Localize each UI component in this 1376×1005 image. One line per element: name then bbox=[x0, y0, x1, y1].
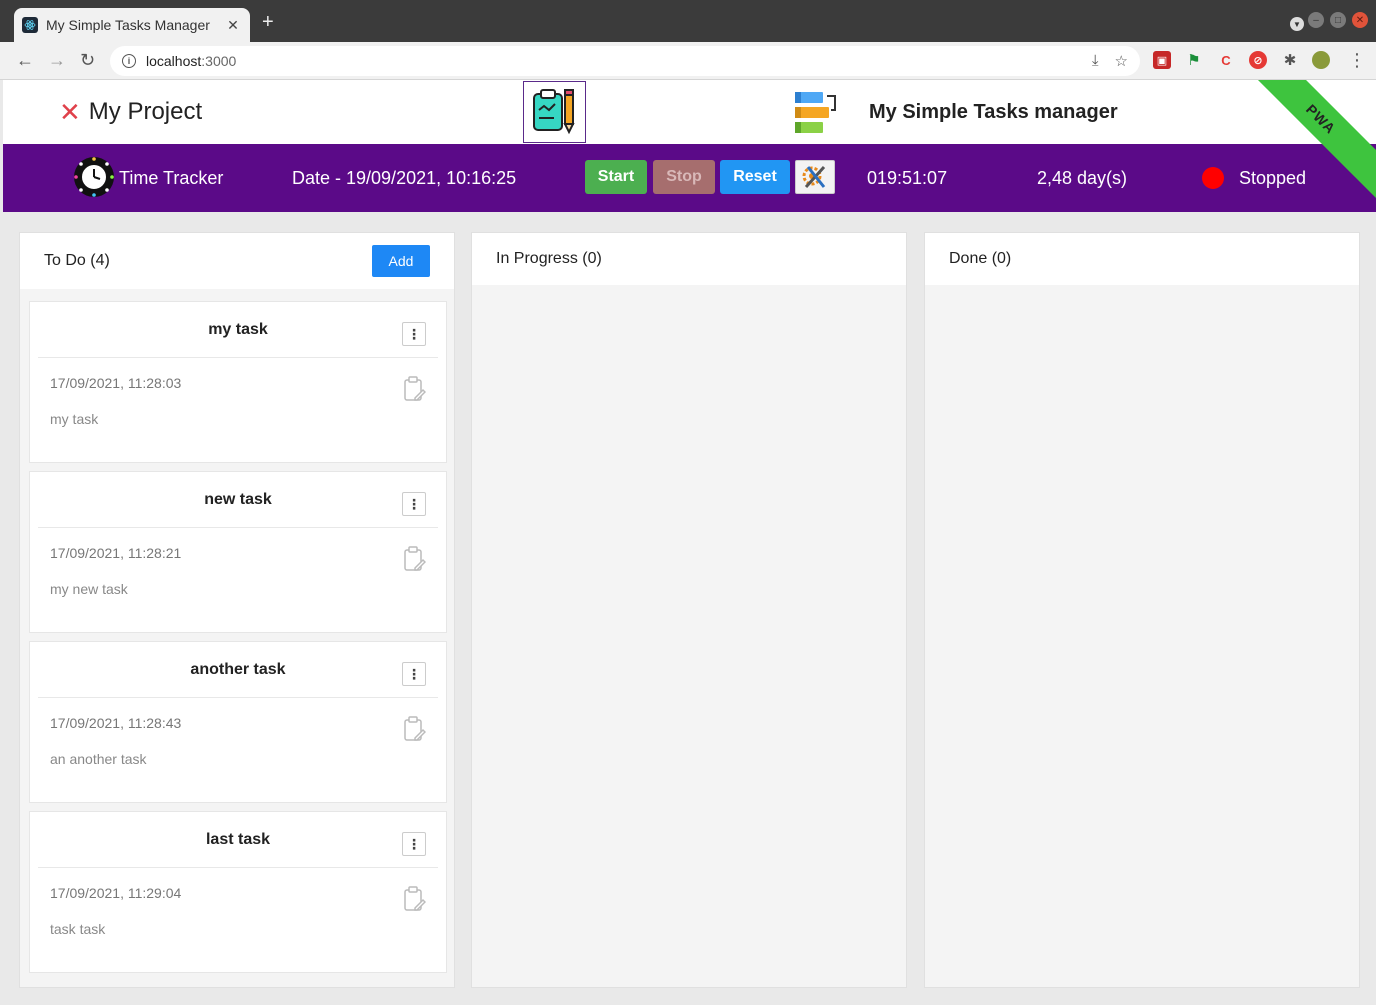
settings-tools-icon[interactable] bbox=[795, 160, 835, 194]
task-menu-button[interactable]: ⋮ bbox=[402, 662, 426, 686]
task-date: 17/09/2021, 11:28:03 bbox=[50, 375, 182, 391]
elapsed-time: 019:51:07 bbox=[867, 168, 948, 188]
window-controls: – □ ✕ bbox=[1308, 12, 1368, 28]
elapsed-days: 2,48 day(s) bbox=[1037, 168, 1128, 188]
app-header: ✕ My Project My Simple Tasks manager bbox=[3, 80, 1376, 144]
clipboard-edit-icon[interactable] bbox=[404, 376, 426, 402]
task-card[interactable]: my task ⋮ 17/09/2021, 11:28:03 my task bbox=[29, 301, 447, 463]
window-close-icon[interactable]: ✕ bbox=[1352, 12, 1368, 28]
task-menu-button[interactable]: ⋮ bbox=[402, 322, 426, 346]
tab-title: My Simple Tasks Manager bbox=[46, 17, 210, 33]
clipboard-edit-icon[interactable] bbox=[404, 716, 426, 742]
task-date: 17/09/2021, 11:28:21 bbox=[50, 545, 182, 561]
task-description: task task bbox=[50, 921, 106, 937]
start-button[interactable]: Start bbox=[585, 160, 647, 194]
react-icon bbox=[22, 17, 38, 33]
site-info-icon[interactable]: i bbox=[122, 54, 136, 68]
task-stack-logo-icon bbox=[793, 90, 839, 136]
reset-button[interactable]: Reset bbox=[720, 160, 790, 194]
browser-menu-icon[interactable]: ⋮ bbox=[1348, 50, 1366, 71]
tab-search-icon[interactable]: ▼ bbox=[1290, 17, 1304, 31]
column-title: Done (0) bbox=[949, 250, 1012, 267]
column-todo: To Do (4) Add my task ⋮ 17/09/2021, 11:2… bbox=[19, 232, 455, 988]
browser-tab[interactable]: My Simple Tasks Manager ✕ bbox=[14, 8, 250, 42]
task-title: new task bbox=[204, 491, 272, 508]
tab-close-icon[interactable]: ✕ bbox=[224, 17, 242, 34]
extension-c-icon[interactable]: C bbox=[1217, 51, 1235, 69]
extensions-puzzle-icon[interactable]: ✱ bbox=[1281, 51, 1299, 69]
extension-flag-icon[interactable]: ⚑ bbox=[1185, 51, 1203, 69]
clipboard-edit-icon[interactable] bbox=[404, 546, 426, 572]
clipboard-edit-icon[interactable] bbox=[404, 886, 426, 912]
stop-button[interactable]: Stop bbox=[653, 160, 715, 194]
bookmark-star-icon[interactable]: ☆ bbox=[1115, 52, 1128, 70]
status-text: Stopped bbox=[1239, 168, 1307, 188]
address-bar[interactable]: i localhost:3000 ⤓ ☆ bbox=[110, 46, 1140, 76]
new-tab-button[interactable]: + bbox=[262, 11, 274, 34]
project-title: My Project bbox=[88, 98, 203, 125]
task-card[interactable]: last task ⋮ 17/09/2021, 11:29:04 task ta… bbox=[29, 811, 447, 973]
profile-avatar[interactable] bbox=[1312, 51, 1330, 69]
app-title: My Simple Tasks manager bbox=[869, 101, 1118, 123]
tracker-label: Time Tracker bbox=[119, 168, 224, 188]
time-tracker-bar: Time Tracker Date - 19/09/2021, 10:16:25… bbox=[3, 144, 1376, 212]
project-heading: ✕ My Project bbox=[59, 98, 202, 126]
clipboard-pencil-logo-icon[interactable] bbox=[523, 81, 586, 143]
column-header: In Progress (0) bbox=[472, 233, 906, 285]
column-header: Done (0) bbox=[925, 233, 1359, 285]
column-done[interactable]: Done (0) bbox=[924, 232, 1360, 988]
browser-toolbar: ← → ↻ i localhost:3000 ⤓ ☆ ▣ ⚑ C ⊘ ✱ ⋮ bbox=[0, 42, 1376, 80]
column-header: To Do (4) Add bbox=[20, 233, 454, 289]
minimize-icon[interactable]: – bbox=[1308, 12, 1324, 28]
clock-icon bbox=[71, 154, 117, 200]
task-description: my new task bbox=[50, 581, 128, 597]
add-task-button[interactable]: Add bbox=[372, 245, 430, 277]
extension-red-icon[interactable]: ▣ bbox=[1153, 51, 1171, 69]
browser-tab-bar: My Simple Tasks Manager ✕ + ▼ – □ ✕ bbox=[0, 0, 1376, 42]
task-card[interactable]: new task ⋮ 17/09/2021, 11:28:21 my new t… bbox=[29, 471, 447, 633]
app-page: ✕ My Project My Simple Tasks manager Tim… bbox=[3, 80, 1376, 1005]
column-title: In Progress (0) bbox=[496, 250, 602, 267]
task-title: my task bbox=[208, 321, 268, 338]
url-text: localhost:3000 bbox=[146, 53, 237, 69]
forward-icon[interactable]: → bbox=[48, 50, 66, 71]
column-title: To Do (4) bbox=[44, 252, 110, 269]
task-title: another task bbox=[190, 661, 286, 678]
task-card[interactable]: another task ⋮ 17/09/2021, 11:28:43 an a… bbox=[29, 641, 447, 803]
task-date: 17/09/2021, 11:29:04 bbox=[50, 885, 182, 901]
install-app-icon[interactable]: ⤓ bbox=[1092, 52, 1099, 70]
column-in-progress[interactable]: In Progress (0) bbox=[471, 232, 907, 988]
task-description: my task bbox=[50, 411, 99, 427]
status-indicator-icon bbox=[1202, 167, 1224, 189]
task-menu-button[interactable]: ⋮ bbox=[402, 832, 426, 856]
task-description: an another task bbox=[50, 751, 147, 767]
tracker-date: Date - 19/09/2021, 10:16:25 bbox=[292, 168, 517, 188]
task-date: 17/09/2021, 11:28:43 bbox=[50, 715, 182, 731]
task-menu-button[interactable]: ⋮ bbox=[402, 492, 426, 516]
back-icon[interactable]: ← bbox=[16, 50, 34, 71]
reload-icon[interactable]: ↻ bbox=[80, 50, 95, 71]
task-title: last task bbox=[205, 831, 271, 848]
close-project-icon[interactable]: ✕ bbox=[59, 99, 81, 125]
maximize-icon[interactable]: □ bbox=[1330, 12, 1346, 28]
extension-block-icon[interactable]: ⊘ bbox=[1249, 51, 1267, 69]
